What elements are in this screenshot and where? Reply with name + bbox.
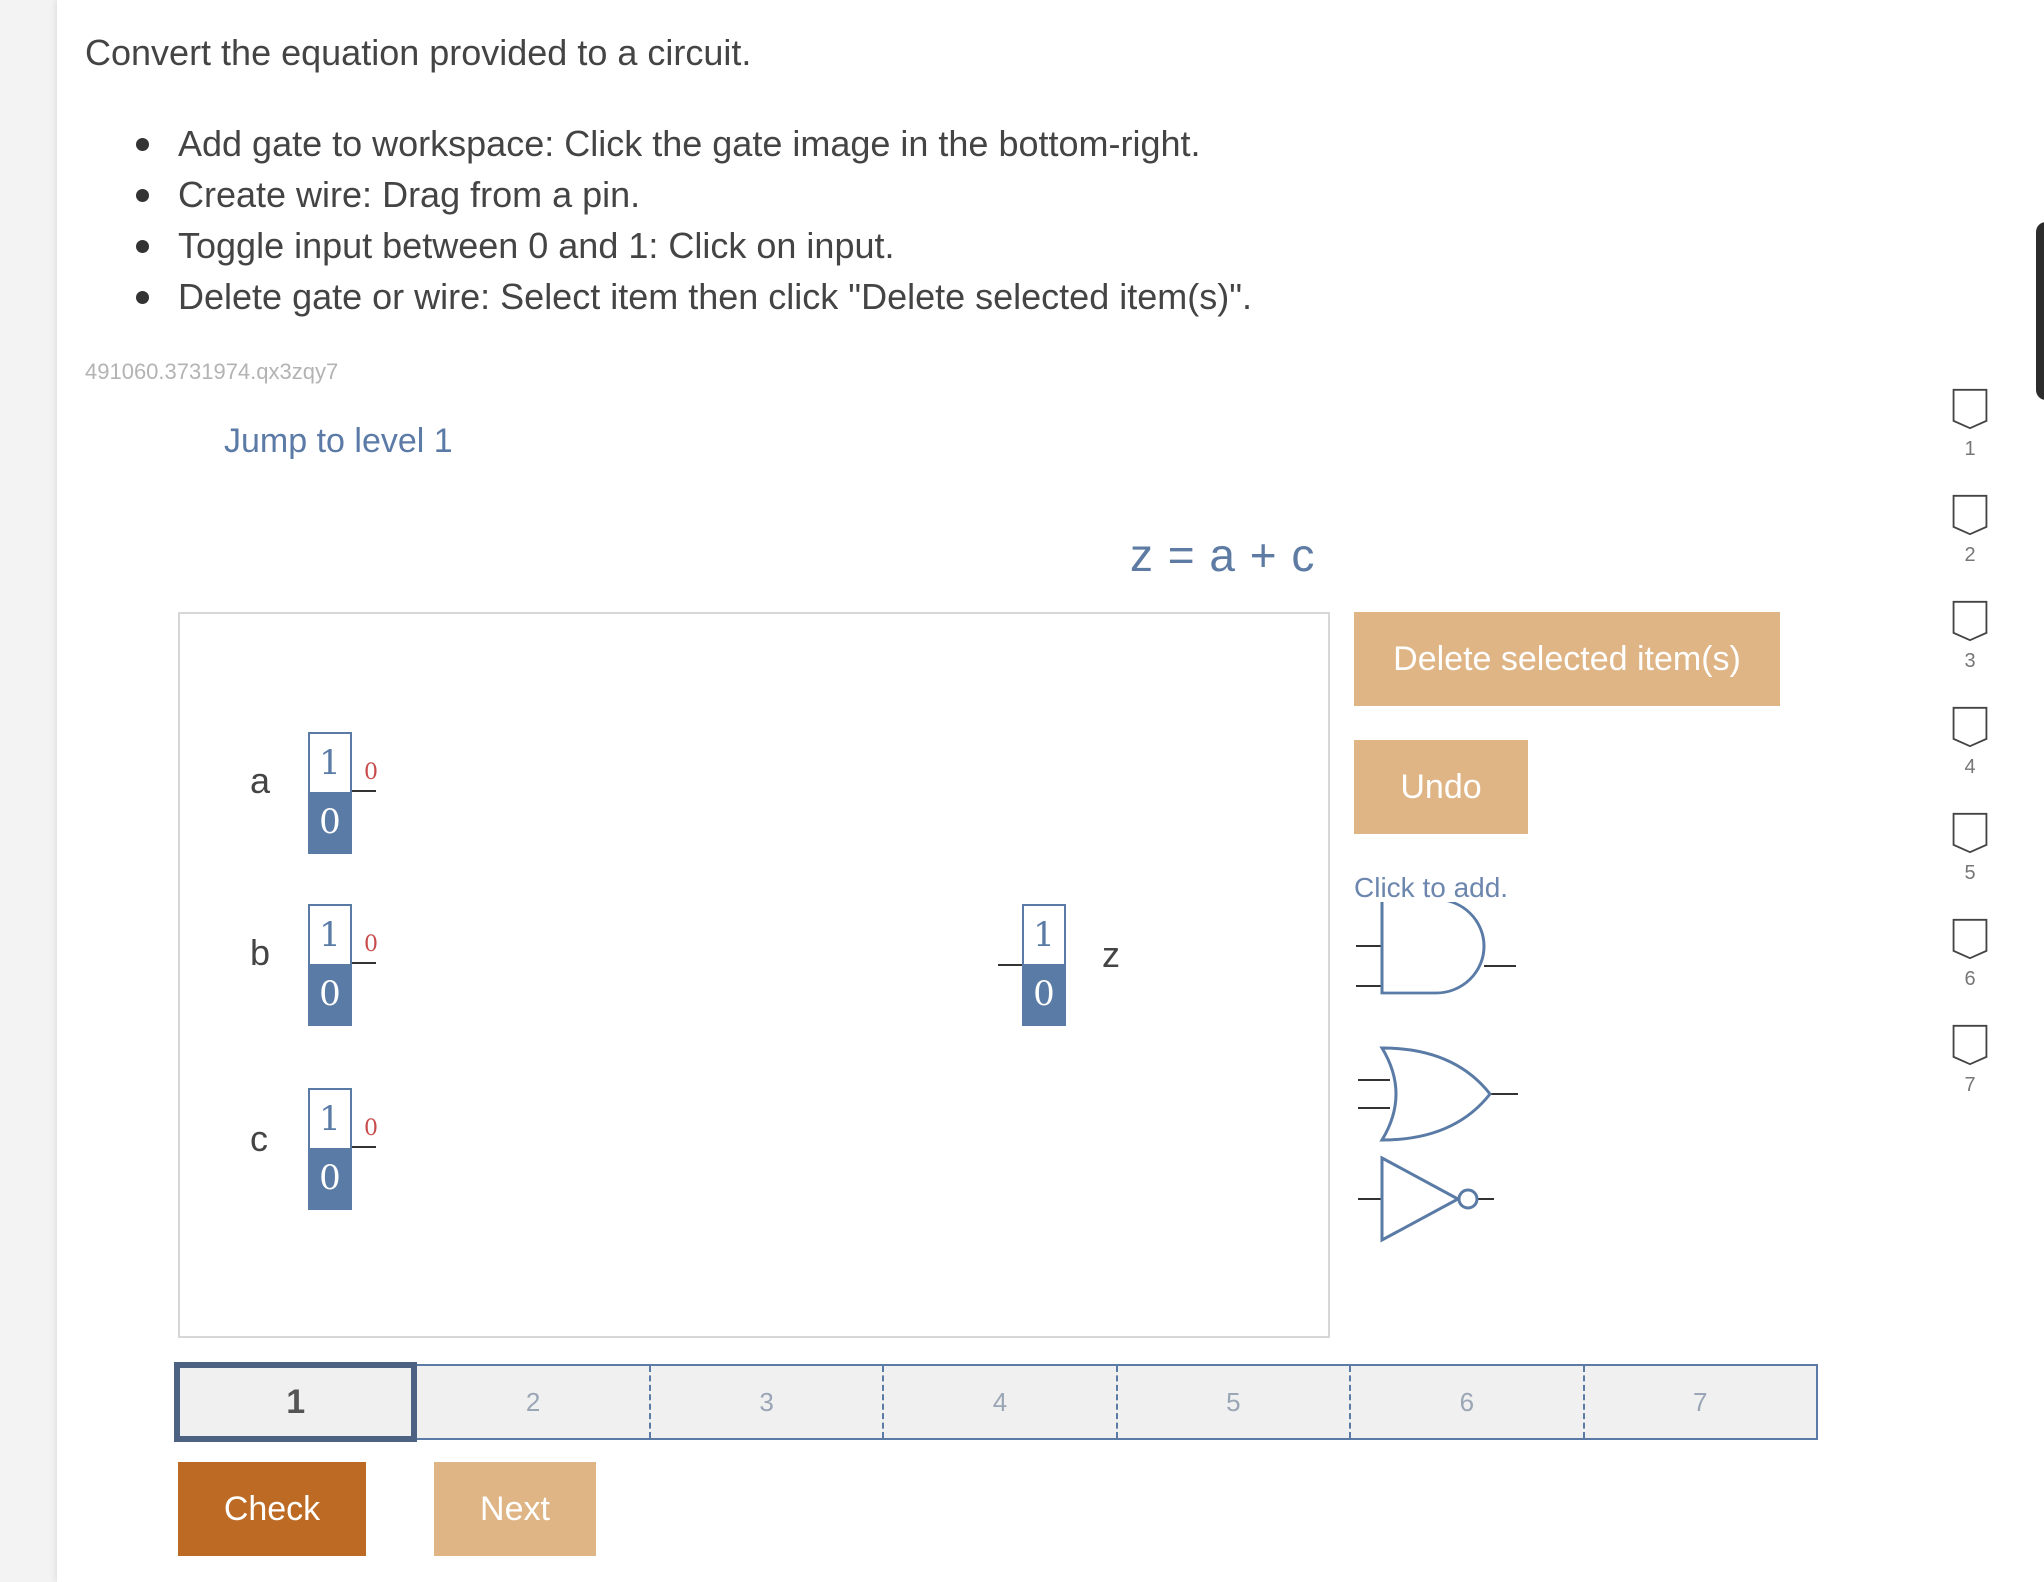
undo-button[interactable]: Undo	[1354, 740, 1528, 834]
instruction-create-wire: Create wire: Drag from a pin.	[130, 169, 1252, 220]
side-level-number: 6	[1964, 968, 1976, 990]
check-button[interactable]: Check	[178, 1462, 366, 1556]
output-pin-b[interactable]	[352, 962, 376, 964]
side-level-number: 3	[1964, 650, 1976, 672]
input-label-a: a	[250, 760, 271, 801]
level-progress-bar: 1 2 3 4 5 6 7	[174, 1362, 1818, 1442]
toggle-zero: 0	[310, 1148, 350, 1208]
level-segment-6[interactable]: 6	[1351, 1366, 1585, 1438]
side-level-4[interactable]: 4	[1948, 706, 1992, 779]
not-gate-icon[interactable]	[1354, 1154, 1524, 1244]
toggle-one: 1	[319, 1099, 341, 1139]
next-button[interactable]: Next	[434, 1462, 596, 1556]
level-badge-icon	[1952, 600, 1988, 642]
instructions-title: Convert the equation provided to a circu…	[85, 32, 752, 73]
level-badge-icon	[1952, 918, 1988, 960]
side-level-7[interactable]: 7	[1948, 1024, 1992, 1097]
output-display-z: 1 0	[1022, 904, 1066, 1026]
delete-selected-button[interactable]: Delete selected item(s)	[1354, 612, 1780, 706]
instruction-add-gate: Add gate to workspace: Click the gate im…	[130, 118, 1252, 169]
output-zero: 0	[1024, 964, 1064, 1024]
output-label-z: z	[1102, 934, 1120, 975]
output-pin-c[interactable]	[352, 1146, 376, 1148]
side-level-number: 1	[1964, 438, 1976, 460]
level-segment-7[interactable]: 7	[1585, 1366, 1816, 1438]
input-toggle-c[interactable]: 1 0	[308, 1088, 352, 1210]
input-toggle-a[interactable]: 1 0	[308, 732, 352, 854]
level-segment-5[interactable]: 5	[1118, 1366, 1352, 1438]
pin-value-b: 0	[364, 932, 378, 957]
level-badge-icon	[1952, 1024, 1988, 1066]
toggle-one: 1	[319, 743, 341, 783]
input-pin-z[interactable]	[998, 964, 1024, 966]
side-level-number: 7	[1964, 1074, 1976, 1096]
input-toggle-b[interactable]: 1 0	[308, 904, 352, 1026]
toggle-zero: 0	[310, 964, 350, 1024]
activity-id: 491060.3731974.qx3zqy7	[85, 359, 339, 384]
side-level-number: 5	[1964, 862, 1976, 884]
level-badge-icon	[1952, 706, 1988, 748]
input-label-c: c	[250, 1118, 268, 1159]
side-level-number: 4	[1964, 756, 1976, 778]
level-segment-3[interactable]: 3	[651, 1366, 885, 1438]
toggle-zero: 0	[310, 792, 350, 852]
output-pin-a[interactable]	[352, 790, 376, 792]
level-badge-icon	[1952, 388, 1988, 430]
gate-palette-hint: Click to add.	[1354, 872, 1509, 903]
equation: z = a + c	[1130, 529, 1316, 581]
level-badge-icon	[1952, 812, 1988, 854]
and-gate-icon[interactable]	[1354, 902, 1524, 1002]
pin-value-a: 0	[364, 760, 378, 785]
side-level-1[interactable]: 1	[1948, 388, 1992, 461]
side-level-3[interactable]: 3	[1948, 600, 1992, 673]
level-badge-icon	[1952, 494, 1988, 536]
level-segment-2[interactable]: 2	[417, 1366, 651, 1438]
or-gate-icon[interactable]	[1354, 1044, 1524, 1144]
input-label-b: b	[250, 932, 271, 973]
side-level-number: 2	[1964, 544, 1976, 566]
instruction-toggle-input: Toggle input between 0 and 1: Click on i…	[130, 220, 1252, 271]
jump-to-level-link[interactable]: Jump to level 1	[224, 422, 453, 461]
pin-value-c: 0	[364, 1116, 378, 1141]
side-level-2[interactable]: 2	[1948, 494, 1992, 567]
instructions-list: Add gate to workspace: Click the gate im…	[130, 118, 1252, 322]
level-segment-1[interactable]: 1	[174, 1362, 418, 1442]
scroll-edge-tab[interactable]	[2036, 222, 2044, 400]
instruction-delete: Delete gate or wire: Select item then cl…	[130, 271, 1252, 322]
side-level-5[interactable]: 5	[1948, 812, 1992, 885]
toggle-one: 1	[319, 915, 341, 955]
output-one: 1	[1033, 915, 1055, 955]
side-level-6[interactable]: 6	[1948, 918, 1992, 991]
level-segment-4[interactable]: 4	[884, 1366, 1118, 1438]
